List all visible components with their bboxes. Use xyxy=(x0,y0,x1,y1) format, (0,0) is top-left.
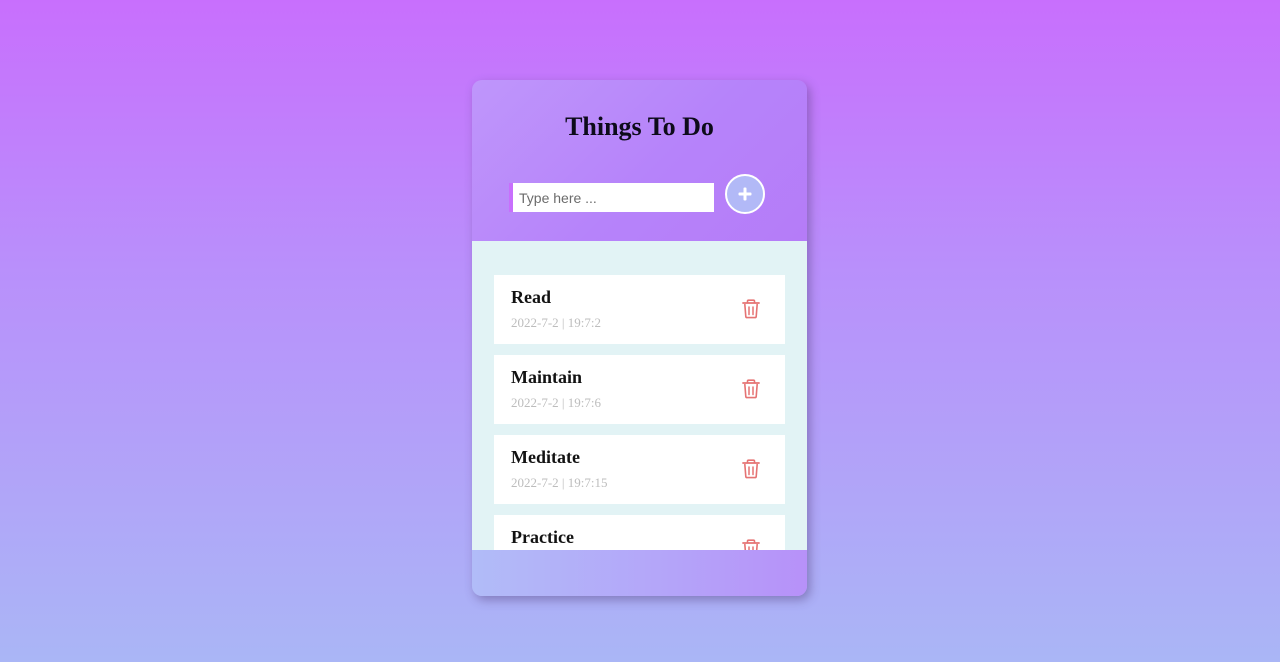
card-header: Things To Do xyxy=(472,80,807,241)
todo-item: Read 2022-7-2 | 19:7:2 xyxy=(494,275,785,344)
todo-title: Meditate xyxy=(511,447,580,467)
todo-title: Practice xyxy=(511,527,574,547)
todo-item: Practice xyxy=(494,515,785,550)
plus-icon xyxy=(738,187,752,201)
todo-list-area[interactable]: Read 2022-7-2 | 19:7:2 Maintain 2022-7-2… xyxy=(472,241,807,550)
todo-item: Maintain 2022-7-2 | 19:7:6 xyxy=(494,355,785,424)
todo-list: Read 2022-7-2 | 19:7:2 Maintain 2022-7-2… xyxy=(494,275,785,550)
card-footer xyxy=(472,550,807,596)
todo-input-wrapper xyxy=(509,183,714,212)
todo-timestamp: 2022-7-2 | 19:7:2 xyxy=(511,315,601,330)
trash-icon[interactable] xyxy=(741,379,761,399)
trash-icon[interactable] xyxy=(741,539,761,550)
todo-title: Maintain xyxy=(511,367,583,387)
page-title: Things To Do xyxy=(565,112,714,141)
todo-input[interactable] xyxy=(513,183,714,212)
todo-timestamp: 2022-7-2 | 19:7:15 xyxy=(511,475,608,490)
trash-icon[interactable] xyxy=(741,459,761,479)
add-todo-button[interactable] xyxy=(725,174,765,214)
todo-card: Things To Do Read 2022-7-2 | 19:7:2 xyxy=(472,80,807,596)
todo-timestamp: 2022-7-2 | 19:7:6 xyxy=(511,395,601,410)
todo-item: Meditate 2022-7-2 | 19:7:15 xyxy=(494,435,785,504)
trash-icon[interactable] xyxy=(741,299,761,319)
todo-title: Read xyxy=(511,287,551,307)
